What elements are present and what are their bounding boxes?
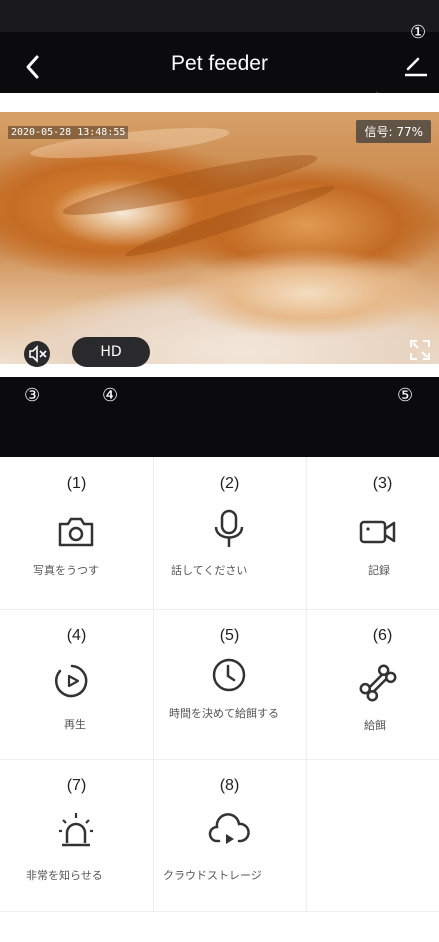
function-number: (5) — [219, 627, 240, 644]
function-number: (3) — [372, 475, 393, 492]
status-bar — [0, 0, 439, 32]
function-talk[interactable]: (2) 話してください — [153, 457, 307, 610]
video-camera-icon — [359, 520, 396, 544]
microphone-icon — [214, 509, 244, 547]
function-number: (1) — [66, 475, 87, 492]
fullscreen-icon[interactable] — [408, 338, 432, 362]
live-video-view[interactable]: 2020-05-28 13:48:55 信号: 77% — [0, 112, 439, 364]
hd-quality-button[interactable]: HD — [72, 337, 150, 367]
function-number: (4) — [66, 627, 87, 644]
alarm-icon — [59, 813, 93, 847]
function-take-photo[interactable]: (1) 写真をうつす — [0, 457, 154, 610]
callout-marker-5: ⑤ — [397, 385, 414, 406]
function-label: 給餌 — [364, 719, 386, 732]
bone-icon — [359, 664, 397, 702]
function-alarm[interactable]: (7) 非常を知らせる — [0, 759, 154, 912]
function-label: 時間を決めて給餌する — [169, 707, 279, 720]
clock-icon — [212, 658, 246, 692]
edit-icon[interactable] — [402, 55, 430, 77]
callout-marker-4: ④ — [102, 385, 119, 406]
function-number: (8) — [219, 777, 240, 794]
function-number: (2) — [219, 475, 240, 492]
empty-grid-cell — [306, 759, 439, 912]
function-feed[interactable]: (6) 給餌 — [306, 609, 439, 760]
function-number: (7) — [66, 777, 87, 794]
function-label: 非常を知らせる — [26, 869, 103, 882]
function-number: (6) — [372, 627, 393, 644]
video-timestamp: 2020-05-28 13:48:55 — [8, 126, 129, 139]
signal-strength-badge: 信号: 77% — [356, 120, 431, 143]
replay-icon — [55, 664, 88, 698]
function-label: 写真をうつす — [33, 564, 99, 577]
function-playback[interactable]: (4) 再生 — [0, 609, 154, 760]
control-band: ③ ④ ⑤ — [0, 377, 439, 457]
callout-marker-3: ③ — [24, 385, 41, 406]
function-scheduled-feeding[interactable]: (5) 時間を決めて給餌する — [153, 609, 307, 760]
function-label: 再生 — [64, 718, 86, 731]
function-cloud-storage[interactable]: (8) クラウドストレージ — [153, 759, 307, 912]
callout-marker-1: ① — [410, 22, 427, 43]
function-label: 記録 — [368, 564, 390, 577]
function-label: クラウドストレージ — [163, 869, 262, 882]
camera-icon — [58, 517, 94, 547]
top-bar — [0, 0, 439, 93]
speaker-muted-icon[interactable] — [24, 341, 64, 367]
cloud-play-icon — [208, 813, 250, 844]
page-title: Pet feeder — [171, 52, 268, 75]
callout-marker-2: ② — [369, 90, 386, 111]
function-record[interactable]: (3) 記録 — [306, 457, 439, 610]
function-label: 話してください — [171, 564, 248, 577]
